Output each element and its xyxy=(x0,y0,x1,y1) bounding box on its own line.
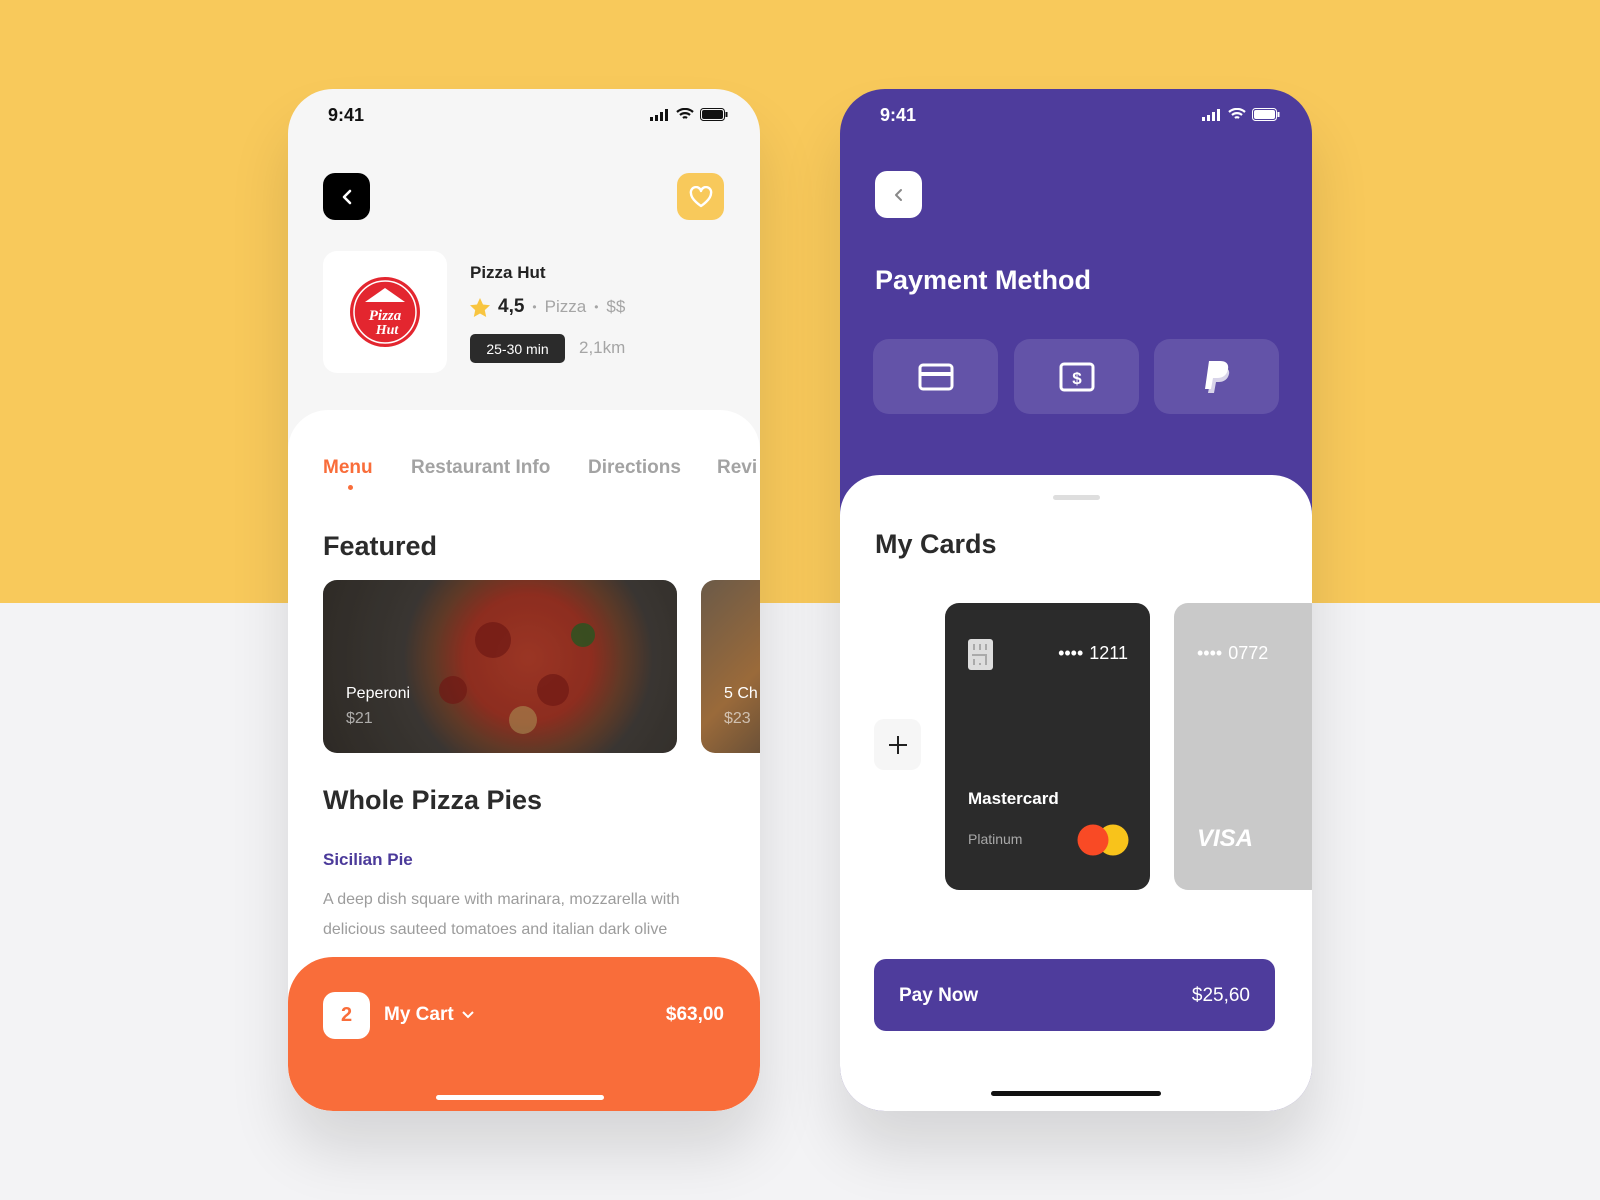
my-cards-title: My Cards xyxy=(875,529,997,559)
cart-toggle[interactable]: My Cart xyxy=(384,1004,474,1026)
restaurant-name: Pizza Hut xyxy=(470,263,546,282)
wifi-icon xyxy=(676,108,694,119)
pay-now-label: Pay Now xyxy=(899,985,979,1006)
home-indicator xyxy=(436,1095,604,1100)
pay-amount: $25,60 xyxy=(1191,985,1250,1006)
section-title: Whole Pizza Pies xyxy=(323,785,543,815)
price-level: $$ xyxy=(606,297,626,316)
plus-icon xyxy=(888,735,907,754)
card-mask: •••• xyxy=(1197,643,1223,663)
card-number: •••• 1211 xyxy=(1058,643,1128,664)
featured-item-peperoni[interactable]: Peperoni $21 xyxy=(323,580,677,753)
card-brand: Mastercard xyxy=(968,789,1059,808)
heart-icon xyxy=(689,185,712,207)
mastercard-logo-icon xyxy=(1077,824,1129,856)
svg-text:$: $ xyxy=(1072,369,1082,388)
menu-item-description-line2: delicious sauteed tomatoes and italian d… xyxy=(323,921,668,938)
chevron-left-icon xyxy=(342,189,351,204)
tab-restaurant-info[interactable]: Restaurant Info xyxy=(411,457,550,479)
card-last4: 0772 xyxy=(1228,643,1269,663)
back-button[interactable] xyxy=(875,171,922,218)
featured-title: Featured xyxy=(323,531,438,561)
card-brand: VISA xyxy=(1197,825,1254,852)
item-price: $23 xyxy=(724,710,751,727)
star-icon xyxy=(470,297,490,317)
card-mastercard[interactable]: •••• 1211 Mastercard Platinum xyxy=(945,603,1150,890)
cash-icon: $ xyxy=(1059,362,1094,391)
chevron-down-icon xyxy=(461,1011,474,1019)
restaurant-logo: Pizza Hut xyxy=(323,251,447,373)
signal-icon xyxy=(650,108,668,121)
payment-method-card[interactable] xyxy=(873,339,998,414)
sheet-handle[interactable] xyxy=(1053,495,1100,500)
separator: • xyxy=(594,300,599,314)
tab-reviews[interactable]: Revi xyxy=(717,457,757,479)
card-tier: Platinum xyxy=(968,831,1023,847)
cart-bar[interactable]: 2 My Cart $63,00 xyxy=(288,957,760,1111)
credit-card-icon xyxy=(918,363,953,390)
card-visa[interactable]: •••• 0772 VISA xyxy=(1174,603,1312,890)
add-card-button[interactable] xyxy=(874,719,921,770)
rating-row: 4,5 • Pizza • $$ xyxy=(470,296,625,318)
cart-total: $63,00 xyxy=(665,1004,724,1025)
svg-text:Hut: Hut xyxy=(375,323,400,338)
rating-value: 4,5 xyxy=(498,296,525,317)
restaurant-screen: 9:41 Pizza Hut Pizza Hut 4,5 • Pizza • $$… xyxy=(288,89,760,1111)
favorite-button[interactable] xyxy=(677,173,724,220)
status-icons xyxy=(1202,108,1280,121)
home-indicator xyxy=(991,1091,1161,1096)
eta-badge: 25-30 min xyxy=(470,334,565,363)
status-time: 9:41 xyxy=(328,105,365,125)
menu-item-name[interactable]: Sicilian Pie xyxy=(323,850,413,870)
status-time: 9:41 xyxy=(880,105,917,125)
chip-icon xyxy=(968,639,993,670)
card-mask: •••• xyxy=(1058,643,1084,663)
page-title: Payment Method xyxy=(875,265,1092,295)
status-icons xyxy=(650,108,728,121)
tab-directions[interactable]: Directions xyxy=(588,457,681,479)
battery-icon xyxy=(700,108,728,121)
item-price: $21 xyxy=(346,710,373,727)
back-button[interactable] xyxy=(323,173,370,220)
pizza-image xyxy=(323,580,677,753)
battery-icon xyxy=(1252,108,1280,121)
card-number: •••• 0772 xyxy=(1197,643,1268,664)
wifi-icon xyxy=(1228,108,1246,119)
payment-method-cash[interactable]: $ xyxy=(1014,339,1139,414)
svg-text:Pizza: Pizza xyxy=(369,308,402,324)
active-tab-indicator xyxy=(348,485,353,490)
pizza-hut-logo: PizzaHut xyxy=(350,277,420,347)
cart-count-badge: 2 xyxy=(323,992,370,1039)
background-yellow xyxy=(0,0,1600,603)
cart-label: My Cart xyxy=(384,1004,454,1025)
signal-icon xyxy=(1202,108,1220,121)
menu-item-description-line1: A deep dish square with marinara, mozzar… xyxy=(323,891,680,908)
distance: 2,1km xyxy=(579,338,626,357)
pay-now-button[interactable]: Pay Now $25,60 xyxy=(874,959,1275,1031)
item-name: Peperoni xyxy=(346,685,411,702)
item-name: 5 Ch xyxy=(724,685,758,702)
separator: • xyxy=(532,300,537,314)
payment-method-paypal[interactable] xyxy=(1154,339,1279,414)
paypal-icon xyxy=(1204,360,1229,393)
tab-menu[interactable]: Menu xyxy=(323,457,373,479)
category: Pizza xyxy=(544,297,587,316)
card-last4: 1211 xyxy=(1089,643,1128,663)
chevron-left-icon xyxy=(894,188,902,201)
payment-screen: 9:41 Payment Method $ My Cards •••• 1211 … xyxy=(840,89,1312,1111)
featured-item-5-cheese[interactable]: 5 Ch $23 xyxy=(701,580,760,753)
